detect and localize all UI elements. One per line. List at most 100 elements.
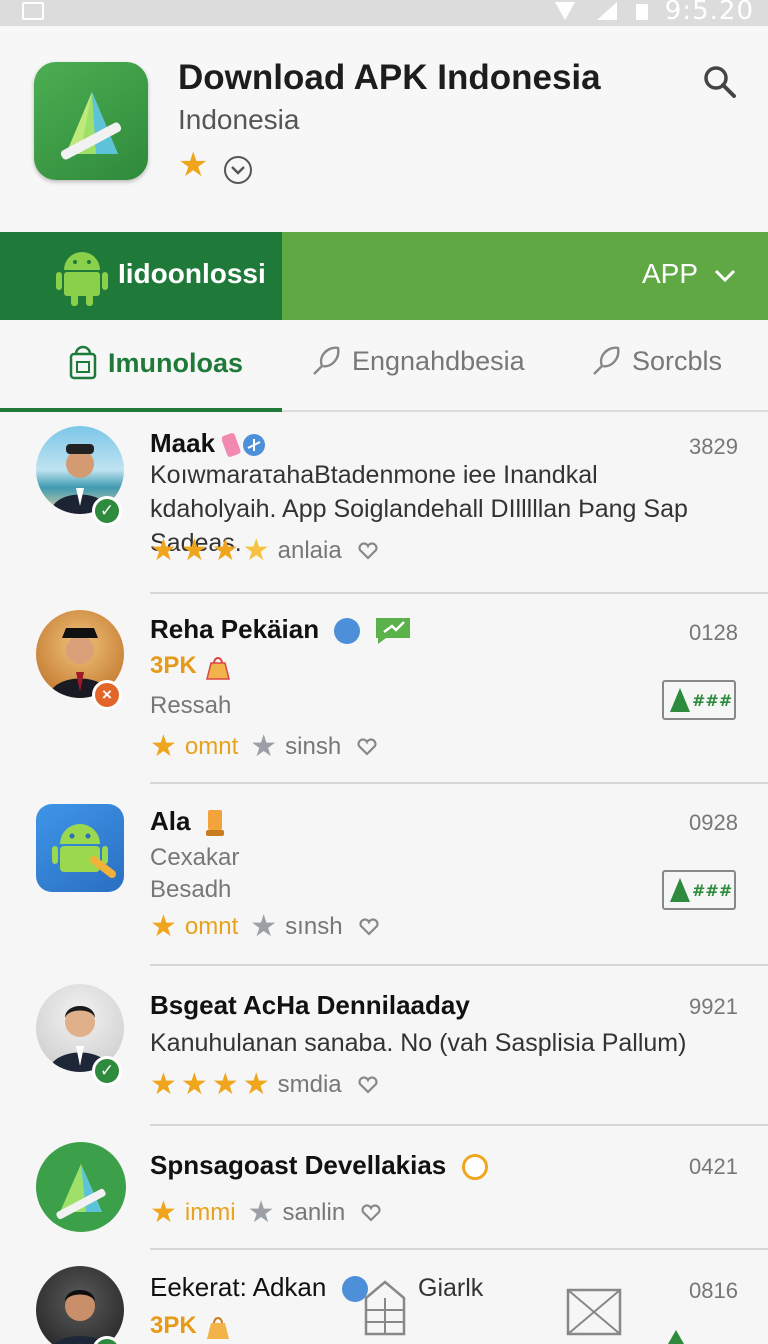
item-subtitle-2: Besadh xyxy=(150,876,232,903)
chat-icon xyxy=(375,618,410,645)
item-title-wrap: Maak xyxy=(150,428,268,460)
rating-text: anlaia xyxy=(277,537,342,564)
item-title: Maak xyxy=(150,428,216,458)
search-button[interactable] xyxy=(700,62,740,102)
clock: 9:5.20 xyxy=(664,0,754,26)
item-title-wrap: Ala xyxy=(150,806,228,838)
item-count: 9921 xyxy=(689,994,738,1019)
cup-icon xyxy=(205,810,224,837)
wifi-icon xyxy=(596,2,617,20)
app-subtitle: Indonesia xyxy=(178,104,300,135)
rating-star-icon: ★ xyxy=(178,146,209,184)
item-tag-icon xyxy=(221,433,266,458)
heart-icon[interactable] xyxy=(358,917,379,937)
list-item[interactable]: ✓ Bsgeat AcHa Dennilaaday 9921 Kanuhulan… xyxy=(0,966,768,1126)
item-title: Reha Pekäian xyxy=(150,614,320,644)
android-box-icon xyxy=(69,345,97,380)
avatar xyxy=(36,1266,124,1344)
tab-imunoloas[interactable]: Imunoloas xyxy=(68,344,243,382)
star-icon: ★ xyxy=(180,1068,208,1101)
item-rating: ★ ★ ★ ★ smdia xyxy=(150,1070,378,1100)
star-icon: ★ xyxy=(150,730,177,763)
leaf-icon xyxy=(593,346,620,375)
rating-text: smdia xyxy=(277,1071,342,1098)
star-icon: ★ xyxy=(242,1068,270,1101)
active-tab-indicator xyxy=(0,408,282,412)
signal-icon xyxy=(554,2,575,20)
star-icon: ★ xyxy=(150,534,177,567)
item-title: Bsgeat AcHa Dennilaaday xyxy=(150,990,470,1020)
app-icon xyxy=(36,1142,126,1232)
list-item[interactable]: ✓ Maak 3829 KoıwmaraτahaBtadenmone iee I… xyxy=(0,414,768,594)
item-title: Eekerat: Adkan xyxy=(150,1272,327,1302)
item-extra: Giarlk xyxy=(418,1274,484,1302)
item-count: 0816 xyxy=(689,1278,738,1303)
tab-label: Engnahdbesia xyxy=(352,345,525,376)
mail-icon[interactable] xyxy=(566,1288,622,1336)
notification-icon xyxy=(22,2,44,20)
item-title: Ala xyxy=(150,806,191,836)
rating-text: omnt xyxy=(184,733,239,760)
star-icon: ★ xyxy=(150,910,177,943)
category-left[interactable]: Iidoonlossi xyxy=(0,232,282,320)
svg-text:###: ### xyxy=(692,691,732,710)
building-icon xyxy=(364,1280,406,1336)
heart-icon[interactable] xyxy=(358,541,378,561)
item-count: 0128 xyxy=(689,620,738,645)
store-badge-icon[interactable] xyxy=(664,1330,704,1344)
star-icon: ★ xyxy=(247,1196,275,1229)
tab-engnahdbesia[interactable]: Engnahdbesia xyxy=(310,344,525,378)
app-title: Download APK Indonesia xyxy=(178,58,601,97)
app-filter-label[interactable]: APP xyxy=(642,258,698,290)
star-icon: ★ xyxy=(211,534,239,567)
item-tag-row: 3PK xyxy=(150,1312,233,1341)
play-icon xyxy=(334,618,361,645)
rating-text: omnt xyxy=(184,913,239,940)
apk-tag: 3PK xyxy=(150,1312,197,1339)
verified-badge-icon: ✓ xyxy=(92,496,122,526)
list-item[interactable]: × Reha Pekäian 0128 3PK Ressah ### ★ omn… xyxy=(0,594,768,784)
heart-icon[interactable] xyxy=(357,737,377,757)
item-title-wrap: Reha Pekäian xyxy=(150,614,412,646)
star-icon: ★ xyxy=(211,1068,239,1101)
error-badge-icon: × xyxy=(92,680,122,710)
list-item[interactable]: Ala 0928 Cexakar Besadh ### ★ omnt ★ sın… xyxy=(0,784,768,966)
chevron-down-icon[interactable] xyxy=(712,262,738,288)
battery-icon xyxy=(635,4,648,20)
leaf-icon xyxy=(313,346,340,375)
category-label: Iidoonlossi xyxy=(118,258,266,289)
info-badge-icon xyxy=(461,1154,488,1181)
item-rating: ★ omnt ★ sinsh xyxy=(150,732,377,762)
star-icon: ★ xyxy=(180,534,208,567)
store-badge-icon[interactable]: ### xyxy=(662,870,736,910)
store-badge-icon[interactable]: ### xyxy=(662,680,736,720)
verified-badge-icon: ✓ xyxy=(92,1056,122,1086)
bag-icon xyxy=(206,656,231,680)
apk-tag: 3PK xyxy=(150,652,197,679)
star-icon: ★ xyxy=(242,534,270,567)
item-tag-row: 3PK xyxy=(150,652,233,681)
rating-text-secondary: sanlin xyxy=(282,1199,346,1226)
status-bar: 9:5.20 xyxy=(0,0,768,26)
star-icon: ★ xyxy=(250,910,278,943)
svg-text:###: ### xyxy=(692,881,732,900)
android-icon xyxy=(52,824,116,878)
star-icon: ★ xyxy=(150,1068,177,1101)
item-rating: ★ ★ ★ ★ anlaia xyxy=(150,536,378,566)
tab-sorcbls[interactable]: Sorcbls xyxy=(590,344,722,378)
item-title: Spnsagoast Devellakias xyxy=(150,1150,447,1180)
tab-label: Imunoloas xyxy=(108,347,244,378)
item-count: 0928 xyxy=(689,810,738,835)
app-logo[interactable] xyxy=(34,62,148,180)
app-icon xyxy=(36,804,124,892)
item-rating: ★ omnt ★ sınsh xyxy=(150,912,379,942)
expand-chevron-icon[interactable] xyxy=(224,156,252,184)
apk-logo-icon xyxy=(56,1164,106,1220)
tab-bar: Imunoloas Engnahdbesia Sorcbls xyxy=(0,320,768,412)
list-item[interactable]: Spnsagoast Devellakias 0421 ★ immi ★ san… xyxy=(0,1126,768,1250)
item-subtitle: Ressah xyxy=(150,692,232,719)
rating-text-secondary: sınsh xyxy=(285,913,343,940)
heart-icon[interactable] xyxy=(358,1075,378,1095)
list-item[interactable]: ✓ Eekerat: Adkan Giarlk 0816 3PK xyxy=(0,1250,768,1344)
heart-icon[interactable] xyxy=(361,1203,381,1223)
